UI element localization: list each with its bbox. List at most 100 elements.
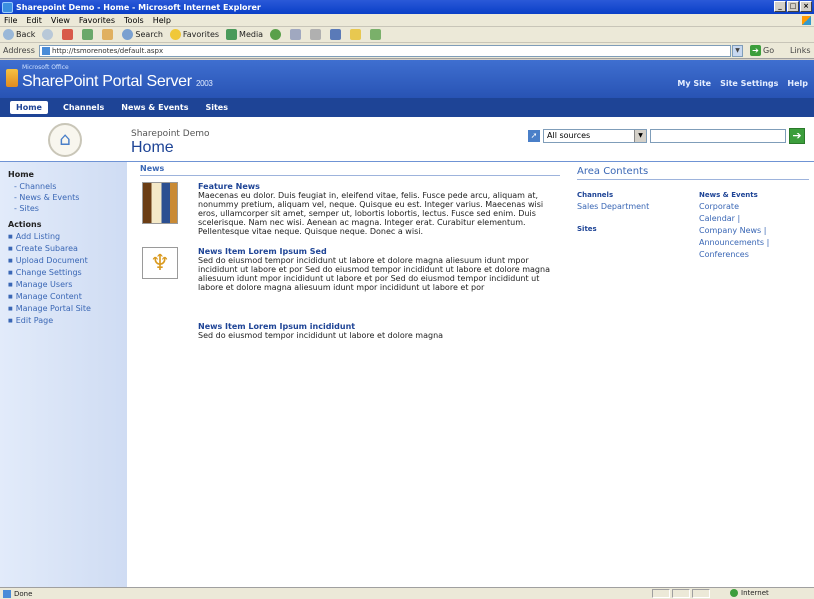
menu-help[interactable]: Help — [153, 16, 171, 25]
news-item-title[interactable]: News Item Lorem Ipsum incididunt — [198, 322, 355, 331]
area-contents: Area Contents Channels Sales Department … — [577, 162, 809, 362]
magnifier-icon — [122, 29, 134, 40]
address-dropdown-icon[interactable]: ▼ — [732, 45, 743, 57]
area-news-announcements[interactable]: Announcements | — [699, 238, 769, 247]
forward-arrow-icon — [42, 29, 54, 40]
home-icon — [102, 29, 114, 40]
edit-button[interactable] — [330, 29, 343, 40]
leftnav-item-news-events[interactable]: - News & Events — [8, 192, 127, 203]
messenger-icon — [370, 29, 382, 40]
status-bar: Done Internet — [0, 587, 814, 599]
tab-sites[interactable]: Sites — [205, 103, 228, 112]
media-toolbar-button[interactable]: Media — [226, 29, 263, 40]
page-title: Home — [131, 139, 174, 156]
links-button[interactable]: Links — [790, 46, 811, 55]
area-channel-sales[interactable]: Sales Department — [577, 202, 649, 211]
action-manage-portal-site[interactable]: Manage Portal Site — [8, 303, 127, 315]
search-input[interactable] — [650, 129, 786, 143]
action-manage-content[interactable]: Manage Content — [8, 291, 127, 303]
news-thumbnail-image[interactable]: ♆ — [142, 247, 178, 279]
status-pane — [652, 589, 670, 598]
news-item-body: Sed do eiusmod tempor incididunt ut labo… — [198, 256, 550, 292]
address-label: Address — [3, 46, 35, 55]
menu-view[interactable]: View — [51, 16, 70, 25]
help-link[interactable]: Help — [787, 79, 808, 88]
history-button[interactable] — [270, 29, 283, 40]
refresh-button[interactable] — [82, 29, 95, 40]
folder-icon — [350, 29, 362, 40]
news-section: News Feature News Maecenas eu dolor. Dui… — [140, 162, 560, 462]
go-button[interactable]: ➔ Go — [750, 45, 774, 56]
ie-logo-icon — [2, 1, 13, 13]
news-item-body: Maecenas eu dolor. Duis feugiat in, elei… — [198, 191, 544, 236]
windows-flag-icon — [802, 16, 811, 25]
tab-channels[interactable]: Channels — [63, 103, 104, 112]
media-toolbar-label: Media — [239, 30, 264, 39]
status-pane — [692, 589, 710, 598]
portal-brand-small: Microsoft Office — [22, 64, 69, 71]
news-item-body: Sed do eiusmod tempor incididunt ut labo… — [198, 331, 444, 340]
area-news-company[interactable]: Company News | — [699, 226, 766, 235]
search-go-button[interactable]: ➔ — [789, 128, 805, 144]
print-button[interactable] — [310, 29, 323, 40]
leftnav-item-sites[interactable]: - Sites — [8, 203, 127, 214]
menu-file[interactable]: File — [4, 16, 17, 25]
forward-button[interactable] — [42, 29, 55, 40]
close-button[interactable]: × — [800, 1, 812, 12]
news-thumbnail-image[interactable] — [142, 182, 178, 224]
left-navigation: Home - Channels - News & Events - Sites … — [0, 162, 127, 587]
action-create-subarea[interactable]: Create Subarea — [8, 243, 127, 255]
news-heading[interactable]: News — [140, 164, 560, 176]
site-settings-link[interactable]: Site Settings — [720, 79, 778, 88]
back-button[interactable]: Back — [3, 29, 35, 40]
menu-edit[interactable]: Edit — [26, 16, 42, 25]
action-edit-page[interactable]: Edit Page — [8, 315, 127, 327]
area-channels-heading[interactable]: Channels — [577, 191, 613, 199]
menu-favorites[interactable]: Favorites — [79, 16, 115, 25]
mail-button[interactable] — [290, 29, 303, 40]
action-add-listing[interactable]: Add Listing — [8, 231, 127, 243]
maximize-button[interactable]: □ — [787, 1, 799, 12]
minimize-button[interactable]: _ — [774, 1, 786, 12]
news-item-title[interactable]: Feature News — [198, 182, 260, 191]
page-icon — [42, 47, 50, 55]
chevron-down-icon: ▼ — [634, 130, 646, 142]
site-header: ⌂ Sharepoint Demo Home ➚ All sources ▼ ➔ — [0, 117, 814, 162]
folder-button[interactable] — [350, 29, 363, 40]
edit-icon — [330, 29, 342, 40]
browser-viewport: Microsoft Office SharePoint Portal Serve… — [0, 60, 814, 587]
search-scope-value: All sources — [547, 131, 591, 140]
site-subtitle: Sharepoint Demo — [131, 129, 210, 139]
print-icon — [310, 29, 322, 40]
search-scope-select[interactable]: All sources ▼ — [543, 129, 647, 143]
tab-home[interactable]: Home — [10, 101, 48, 114]
area-news-conferences[interactable]: Conferences — [699, 250, 749, 259]
favorites-toolbar-button[interactable]: Favorites — [169, 29, 219, 40]
action-manage-users[interactable]: Manage Users — [8, 279, 127, 291]
area-news-heading[interactable]: News & Events — [699, 191, 758, 199]
home-toolbar-button[interactable] — [102, 29, 115, 40]
action-upload-document[interactable]: Upload Document — [8, 255, 127, 267]
news-item-title[interactable]: News Item Lorem Ipsum Sed — [198, 247, 327, 256]
area-news-calendar[interactable]: Calendar | — [699, 214, 740, 223]
address-input[interactable]: http://tsmorenotes/default.aspx — [39, 45, 731, 57]
site-home-badge[interactable]: ⌂ — [48, 123, 82, 157]
office-logo-icon — [6, 69, 18, 87]
search-toolbar-button[interactable]: Search — [122, 29, 163, 40]
menu-tools[interactable]: Tools — [124, 16, 144, 25]
portal-nav-bar: Home Channels News & Events Sites — [0, 98, 814, 117]
my-site-link[interactable]: My Site — [677, 79, 711, 88]
security-zone: Internet — [730, 589, 769, 597]
action-change-settings[interactable]: Change Settings — [8, 267, 127, 279]
figure-icon: ♆ — [150, 250, 170, 276]
messenger-button[interactable] — [370, 29, 383, 40]
tab-news-events[interactable]: News & Events — [121, 103, 188, 112]
area-news-corporate[interactable]: Corporate — [699, 202, 739, 211]
area-sites-heading[interactable]: Sites — [577, 225, 597, 233]
stop-button[interactable] — [62, 29, 75, 40]
go-label: Go — [763, 46, 775, 55]
leftnav-home-heading[interactable]: Home — [8, 170, 127, 179]
leftnav-item-channels[interactable]: - Channels — [8, 181, 127, 192]
search-scope-icon: ➚ — [528, 130, 540, 142]
search-toolbar-label: Search — [135, 30, 163, 39]
